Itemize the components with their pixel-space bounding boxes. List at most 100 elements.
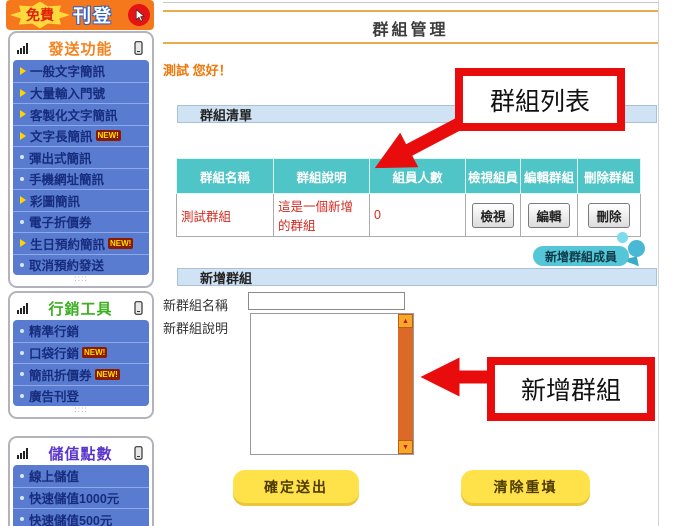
post-label: 刊登 [73,2,113,28]
sidebar-item-label: 取消預約發送 [29,255,104,274]
sidebar-item-birthday-sms[interactable]: 生日預約簡訊 NEW! [13,232,149,254]
phone-icon [131,41,146,55]
circle-bullet-icon [20,351,24,355]
sidebar-item-label: 廣告刊登 [29,386,79,405]
sidebar-item-quick-topup-500[interactable]: 快速儲值500元 [13,508,149,526]
annotation-group-list: 群組列表 [455,68,625,131]
circle-bullet-icon [20,517,24,521]
sidebar-item-quick-topup-1000[interactable]: 快速儲值1000元 [13,487,149,509]
add-member-button[interactable]: 新增群組成員 [533,246,629,266]
sidebar-item-bulk-numbers[interactable]: 大量輸入門號 [13,82,149,104]
clear-button[interactable]: 清除重填 [461,470,590,503]
scroll-up-icon[interactable]: ▲ [398,314,413,328]
col-member-count: 組員人數 [370,159,466,194]
new-badge: NEW! [108,238,133,249]
sidebar-item-label: 簡訊折價券 [29,365,92,384]
arrow-bullet-icon [20,239,26,247]
sidebar-item-label: 彩圖簡訊 [30,191,80,210]
arrow-bullet-icon [20,89,26,97]
arrow-bullet-icon [20,67,26,75]
col-group-desc: 群組說明 [274,159,370,194]
circle-bullet-icon [20,155,24,159]
free-label: 免費 [26,5,54,25]
group-list-section-title: 群組清單 [200,105,252,124]
new-group-desc-field: ▲ ▼ [250,313,414,455]
circle-bullet-icon [20,329,24,333]
sidebar-item-cancel-scheduled[interactable]: 取消預約發送 [13,254,149,276]
sidebar-item-label: 客製化文字簡訊 [30,105,118,124]
panel-head-marketing: 行銷工具 [13,296,149,320]
sidebar-item-custom-sms[interactable]: 客製化文字簡訊 [13,103,149,125]
bubble-decoration [617,232,628,243]
sidebar-item-label: 口袋行銷 [29,343,79,362]
sidebar-item-label: 文字長簡訊 [30,126,93,145]
sidebar-item-sms-coupon[interactable]: 簡訊折價券 NEW! [13,363,149,385]
panel-title-send: 發送功能 [48,38,112,59]
view-button[interactable]: 檢視 [472,203,513,228]
sidebar-item-popup-sms[interactable]: 彈出式簡訊 [13,146,149,168]
signal-icon [16,446,30,460]
send-menu: 一般文字簡訊 大量輸入門號 客製化文字簡訊 文字長簡訊 NEW! 彈出式簡訊 [13,60,149,275]
sidebar-item-general-sms[interactable]: 一般文字簡訊 [13,60,149,82]
points-menu: 線上儲值 快速儲值1000元 快速儲值500元 [13,465,149,526]
phone-icon [131,301,146,315]
panel-head-send: 發送功能 [13,36,149,60]
sidebar-item-label: 快速儲值500元 [29,510,112,526]
textarea-scrollbar: ▲ ▼ [398,314,413,454]
annotation-add-group: 新增群組 [487,357,655,421]
phone-icon [131,446,146,460]
table-row: 測試群組 這是一個新增的群組 0 檢視 編輯 刪除 [177,194,641,237]
bubble-decoration [628,240,645,257]
sidebar-item-mobile-url-sms[interactable]: 手機網址簡訊 [13,168,149,190]
sidebar-item-e-coupon[interactable]: 電子折價券 [13,211,149,233]
sidebar-item-ad-posting[interactable]: 廣告刊登 [13,385,149,407]
col-edit-group: 編輯群組 [521,159,578,194]
group-table: 群組名稱 群組說明 組員人數 檢視組員 編輯群組 刪除群組 測試群組 這是一個新… [176,158,641,237]
sidebar-panel-send: 發送功能 一般文字簡訊 大量輸入門號 客製化文字簡訊 文字長簡訊 [8,31,154,288]
sidebar-panel-marketing: 行銷工具 精準行銷 口袋行銷 NEW! 簡訊折價券 NEW! [8,291,154,419]
add-group-section-bar: 新增群組 [177,268,657,286]
sidebar-item-label: 快速儲值1000元 [29,488,119,507]
arrow-bullet-icon [20,132,26,140]
annotation-add-group-label: 新增群組 [521,371,621,407]
delete-button[interactable]: 刪除 [588,203,629,228]
sidebar-item-label: 生日預約簡訊 [30,234,105,253]
page: 免費 刊登 發送功能 一般文字簡訊 [0,0,685,526]
circle-bullet-icon [20,263,24,267]
new-group-desc-textarea[interactable] [251,314,398,454]
title-rule-bottom [163,42,658,44]
greeting-text: 測試 您好！ [163,60,232,79]
circle-bullet-icon [20,177,24,181]
edit-button[interactable]: 編輯 [528,203,569,228]
page-title: 群組管理 [163,16,658,40]
panel-title-marketing: 行銷工具 [48,298,112,319]
scrollbar-thumb[interactable] [398,328,413,440]
marketing-menu: 精準行銷 口袋行銷 NEW! 簡訊折價券 NEW! 廣告刊登 [13,320,149,406]
add-group-section-title: 新增群組 [200,268,252,287]
new-badge: NEW! [82,347,107,358]
cell-group-name: 測試群組 [177,194,274,237]
submit-button[interactable]: 確定送出 [233,470,359,503]
new-badge: NEW! [95,369,120,380]
promo-banner[interactable]: 免費 刊登 [6,0,154,30]
circle-bullet-icon [20,474,24,478]
free-starburst-icon: 免費 [10,2,70,29]
sidebar-item-label: 彈出式簡訊 [29,148,92,167]
sidebar-item-picture-sms[interactable]: 彩圖簡訊 [13,189,149,211]
top-divider [163,2,658,3]
panel-grip: :::: [13,275,149,283]
sidebar-item-pocket-marketing[interactable]: 口袋行銷 NEW! [13,342,149,364]
new-group-name-input[interactable] [248,292,405,310]
sidebar-item-precision-marketing[interactable]: 精準行銷 [13,320,149,342]
sidebar-item-label: 電子折價券 [29,212,92,231]
sidebar-item-online-topup[interactable]: 線上儲值 [13,465,149,487]
table-header-row: 群組名稱 群組說明 組員人數 檢視組員 編輯群組 刪除群組 [177,159,641,194]
signal-icon [16,41,30,55]
scroll-down-icon[interactable]: ▼ [398,440,413,454]
sidebar-item-long-sms[interactable]: 文字長簡訊 NEW! [13,125,149,147]
sidebar-item-label: 大量輸入門號 [30,83,105,102]
circle-bullet-icon [20,496,24,500]
new-group-desc-label: 新群組說明 [163,318,228,337]
cell-member-count: 0 [370,194,466,237]
sidebar-item-label: 精準行銷 [29,321,79,340]
